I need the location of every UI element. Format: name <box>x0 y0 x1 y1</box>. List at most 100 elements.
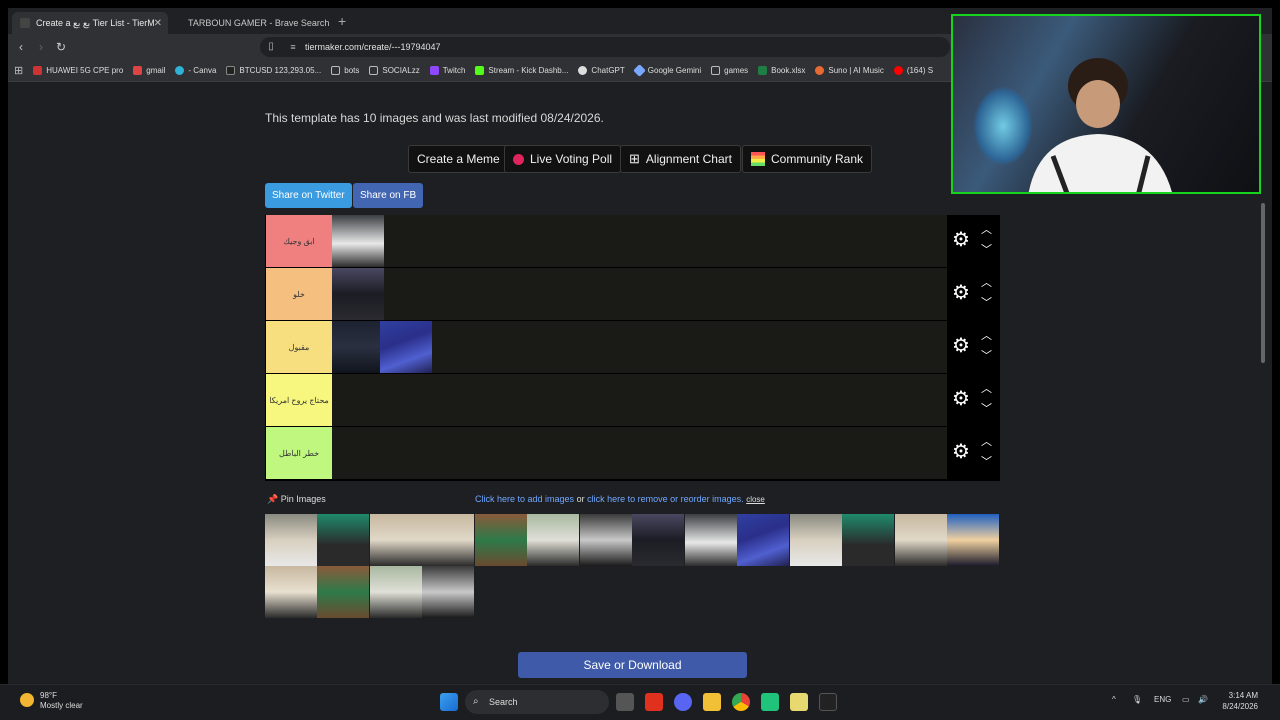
bookmark-item[interactable]: BTCUSD 123,293.05... <box>226 66 321 75</box>
bookmark-item[interactable]: ChatGPT <box>578 66 625 75</box>
gear-icon[interactable]: ⚙ <box>952 442 972 462</box>
language-indicator[interactable]: ENG <box>1154 695 1171 704</box>
pool-image[interactable] <box>475 514 527 566</box>
bookmark-item[interactable]: Stream - Kick Dashb... <box>475 66 568 75</box>
forward-icon[interactable]: › <box>34 40 48 54</box>
share-fb-button[interactable]: Share on FB <box>353 183 424 208</box>
community-rank-button[interactable]: Community Rank <box>742 145 873 173</box>
file-explorer-icon[interactable] <box>703 693 721 711</box>
tier-label[interactable]: مقبول <box>266 321 332 373</box>
live-voting-poll-button[interactable]: Live Voting Poll <box>504 145 622 173</box>
add-images-link[interactable]: Click here to add images <box>475 494 574 504</box>
pool-image[interactable] <box>790 514 842 566</box>
chevron-up-icon[interactable]: ︿ <box>981 225 992 236</box>
pool-image[interactable] <box>685 514 737 566</box>
chevron-down-icon[interactable]: ﹀ <box>981 351 992 362</box>
close-link[interactable]: close <box>746 495 765 504</box>
bookmark-item[interactable]: Suno | AI Music <box>815 66 884 75</box>
notepad-icon[interactable] <box>790 693 808 711</box>
chevron-down-icon[interactable]: ﹀ <box>981 404 992 415</box>
chevron-up-icon[interactable]: ︿ <box>981 384 992 395</box>
bookmark-item[interactable]: games <box>711 66 748 75</box>
back-icon[interactable]: ‹ <box>14 40 28 54</box>
pool-image[interactable] <box>895 514 947 566</box>
bookmark-item[interactable]: Book.xlsx <box>758 66 805 75</box>
network-icon[interactable]: ▭ <box>1182 695 1190 704</box>
share-twitter-button[interactable]: Share on Twitter <box>265 183 352 208</box>
alignment-chart-button[interactable]: ⊞ Alignment Chart <box>620 145 741 173</box>
tier-items[interactable] <box>332 427 947 479</box>
tier-items[interactable] <box>332 215 947 267</box>
clock[interactable]: 3:14 AM 8/24/2026 <box>1212 690 1258 712</box>
tier-image[interactable] <box>332 268 384 320</box>
pool-image[interactable] <box>842 514 894 566</box>
gear-icon[interactable]: ⚙ <box>952 336 972 356</box>
tier-image[interactable] <box>332 321 384 373</box>
bookmark-item[interactable]: gmail <box>133 66 165 75</box>
bookmark-item[interactable]: - Canva <box>175 66 216 75</box>
taskbar-search[interactable]: ⌕ Search <box>465 690 609 714</box>
new-tab-button[interactable]: + <box>338 13 346 29</box>
pool-image[interactable] <box>527 514 579 566</box>
pool-image[interactable] <box>632 514 684 566</box>
terminal-icon[interactable] <box>819 693 837 711</box>
tier-label[interactable]: محتاج يروح امريكا <box>266 374 332 426</box>
pool-image[interactable] <box>947 514 999 566</box>
gear-icon[interactable]: ⚙ <box>952 389 972 409</box>
bookmark-icon[interactable]: ▯ <box>264 40 278 54</box>
volume-icon[interactable]: 🔊 <box>1198 695 1208 704</box>
bookmark-item[interactable]: SOCIALzz <box>369 66 420 75</box>
bookmark-item[interactable]: Twitch <box>429 66 465 75</box>
site-info-icon[interactable]: ≡ <box>286 40 300 54</box>
chevron-up-icon[interactable]: ︿ <box>981 278 992 289</box>
create-meme-button[interactable]: Create a Meme <box>408 145 509 173</box>
pool-image[interactable] <box>265 566 317 618</box>
bookmark-item[interactable]: (164) S <box>893 66 933 75</box>
pool-image[interactable] <box>580 514 632 566</box>
discord-icon[interactable] <box>674 693 692 711</box>
app-icon[interactable] <box>761 693 779 711</box>
gear-icon[interactable]: ⚙ <box>952 230 972 250</box>
reload-icon[interactable]: ↻ <box>54 40 68 54</box>
pool-image[interactable] <box>265 514 317 566</box>
chevron-down-icon[interactable]: ﹀ <box>981 457 992 468</box>
task-view-icon[interactable] <box>616 693 634 711</box>
tier-label[interactable]: خلو <box>266 268 332 320</box>
chevron-up-icon[interactable]: ︿ <box>981 437 992 448</box>
pool-image[interactable] <box>737 514 789 566</box>
pool-image[interactable] <box>422 566 474 618</box>
tray-overflow-icon[interactable]: ^ <box>1112 695 1116 704</box>
bookmark-item[interactable]: HUAWEI 5G CPE pro <box>33 66 123 75</box>
pool-image[interactable] <box>317 514 369 566</box>
apps-icon[interactable]: ⊞ <box>14 64 23 77</box>
brave-icon[interactable] <box>645 693 663 711</box>
tier-label[interactable]: ابق وجيك <box>266 215 332 267</box>
chevron-up-icon[interactable]: ︿ <box>981 331 992 342</box>
vertical-scrollbar[interactable] <box>1261 203 1265 363</box>
chevron-down-icon[interactable]: ﹀ <box>981 245 992 256</box>
pool-image[interactable] <box>317 566 369 618</box>
pool-image[interactable] <box>370 566 422 618</box>
bookmark-item[interactable]: Google Gemini <box>632 64 701 77</box>
pool-image[interactable] <box>370 514 422 566</box>
close-tab-icon[interactable]: ✕ <box>154 18 162 29</box>
chevron-down-icon[interactable]: ﹀ <box>981 298 992 309</box>
bookmark-item[interactable]: bots <box>331 66 359 75</box>
windows-start-icon[interactable] <box>440 693 458 711</box>
mic-icon[interactable]: 🎙 <box>1132 695 1142 704</box>
tier-image[interactable] <box>332 215 384 267</box>
reorder-images-link[interactable]: click here to remove or reorder images. <box>587 494 744 504</box>
pin-images-toggle[interactable]: 📌 Pin Images <box>267 494 326 505</box>
tier-items[interactable] <box>332 321 947 373</box>
tab-tiermaker[interactable]: Create a بع بع Tier List - TierMak ✕ <box>12 12 168 34</box>
tier-label[interactable]: خطر الباطل <box>266 427 332 479</box>
gear-icon[interactable]: ⚙ <box>952 283 972 303</box>
save-download-button[interactable]: Save or Download <box>518 652 747 678</box>
chrome-icon[interactable] <box>732 693 750 711</box>
tier-image[interactable] <box>380 321 432 373</box>
tier-items[interactable] <box>332 268 947 320</box>
tier-items[interactable] <box>332 374 947 426</box>
tab-brave-search[interactable]: TARBOUN GAMER - Brave Search <box>174 12 334 34</box>
address-bar[interactable]: ▯ ≡ tiermaker.com/create/---19794047 <box>260 37 950 57</box>
pool-image[interactable] <box>422 514 474 566</box>
